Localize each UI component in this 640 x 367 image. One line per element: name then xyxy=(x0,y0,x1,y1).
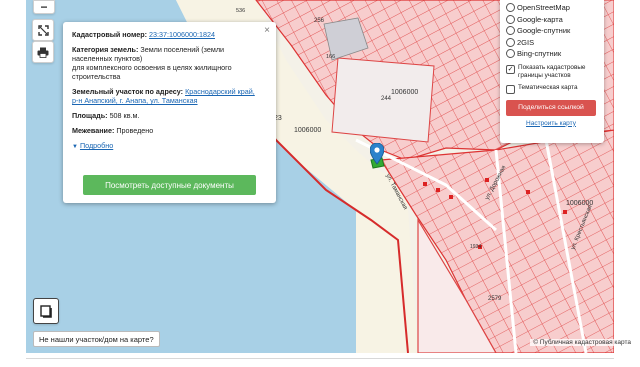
zoom-out-button[interactable]: − xyxy=(33,0,55,14)
layer-option-google-map[interactable]: Google-карта xyxy=(506,14,598,26)
print-button[interactable] xyxy=(32,41,54,63)
category-value-line2: населенных пунктов) xyxy=(72,54,143,63)
address-row: Земельный участок по адресу: Краснодарск… xyxy=(72,87,267,105)
fullscreen-button[interactable] xyxy=(32,19,54,41)
thematic-map-checkbox[interactable]: Тематическая карта xyxy=(506,84,598,94)
chevron-down-icon: ▼ xyxy=(72,144,78,150)
view-documents-button[interactable]: Посмотреть доступные документы xyxy=(83,175,256,195)
category-value-line3: для комплексного освоения в целях жилищн… xyxy=(72,63,232,72)
layer-option-google-satellite[interactable]: Google-спутник xyxy=(506,25,598,37)
map-label-2579: 2579 xyxy=(488,296,502,302)
layer-option-label: OpenStreetMap xyxy=(517,3,570,13)
setup-map-link[interactable]: Настроить карту xyxy=(506,120,596,127)
not-found-button[interactable]: Не нашли участок/дом на карте? xyxy=(33,331,160,347)
close-icon[interactable]: × xyxy=(264,26,270,36)
legend-button[interactable] xyxy=(33,298,59,324)
category-label: Категория земель: xyxy=(72,45,139,54)
survey-value: Проведено xyxy=(116,126,154,135)
area-label: Площадь: xyxy=(72,111,108,120)
address-label: Земельный участок по адресу: xyxy=(72,87,184,96)
more-details-toggle[interactable]: ▼ Подробно xyxy=(72,141,267,152)
area-row: Площадь: 508 кв.м. xyxy=(72,111,267,120)
expand-icon xyxy=(37,24,49,36)
map-label-536: 536 xyxy=(236,8,245,14)
radio-icon[interactable] xyxy=(506,49,515,59)
location-marker-icon[interactable] xyxy=(370,143,384,165)
map-label-166: 166 xyxy=(326,54,335,60)
map-label-256: 256 xyxy=(314,18,325,24)
map-label-244: 244 xyxy=(381,96,392,102)
layer-option-2gis[interactable]: 2GIS xyxy=(506,37,598,49)
survey-row: Межевание: Проведено xyxy=(72,126,267,135)
checkbox-icon[interactable] xyxy=(506,84,515,94)
radio-icon[interactable] xyxy=(506,26,515,36)
layer-option-label: Google-спутник xyxy=(517,26,571,36)
category-row: Категория земель: Земли поселений (земли… xyxy=(72,45,267,81)
layer-option-openstreetmap[interactable]: OpenStreetMap xyxy=(506,2,598,14)
layer-option-label: Google-карта xyxy=(517,14,563,24)
map-layers-panel: OpenStreetMap Google-карта Google-спутни… xyxy=(500,0,604,143)
layer-option-label: Bing-спутник xyxy=(517,49,562,59)
category-value-line1: Земли поселений (земли xyxy=(140,45,225,54)
cadastre-borders-checkbox[interactable]: ✓ Показать кадастровые границы участков xyxy=(506,64,598,80)
map-attribution: © Публичная кадастровая карта xyxy=(530,339,634,346)
address-link-line2[interactable]: р-н Анапский, г. Анапа, ул. Таманская xyxy=(72,96,198,105)
map-label-1934: 1934 xyxy=(470,244,481,250)
checkbox-checked-icon[interactable]: ✓ xyxy=(506,64,515,74)
layer-option-label: 2GIS xyxy=(517,37,535,47)
divider xyxy=(26,358,614,359)
cad-number-label: Кадастровый номер: xyxy=(72,30,148,39)
map-label-1006000-a: 1006000 xyxy=(391,89,418,96)
cadastre-borders-label: Показать кадастровые границы участков xyxy=(518,63,586,79)
category-value-line4: строительства xyxy=(72,72,121,81)
more-details-link[interactable]: Подробно xyxy=(80,141,113,150)
radio-icon[interactable] xyxy=(506,37,515,47)
printer-icon xyxy=(37,47,49,58)
address-link-line1[interactable]: Краснодарский край, xyxy=(185,87,255,96)
book-icon xyxy=(39,304,52,318)
layer-option-bing-satellite[interactable]: Bing-спутник xyxy=(506,48,598,60)
cad-number-link[interactable]: 23:37:1006000:1824 xyxy=(149,30,215,39)
zoom-out-label: − xyxy=(40,0,48,14)
parcel-info-popup: × Кадастровый номер: 23:37:1006000:1824 … xyxy=(63,22,276,203)
map-label-1006000-b: 1006000 xyxy=(294,127,321,134)
radio-icon[interactable] xyxy=(506,3,515,13)
thematic-map-label: Тематическая карта xyxy=(518,83,578,91)
app-frame: 1006000 1006000 1006000 256 244 166 23 2… xyxy=(0,0,640,367)
radio-icon[interactable] xyxy=(506,14,515,24)
area-value: 508 кв.м. xyxy=(109,111,140,120)
share-link-button[interactable]: Поделиться ссылкой xyxy=(506,99,596,116)
cad-number-row: Кадастровый номер: 23:37:1006000:1824 xyxy=(72,30,267,39)
survey-label: Межевание: xyxy=(72,126,115,135)
